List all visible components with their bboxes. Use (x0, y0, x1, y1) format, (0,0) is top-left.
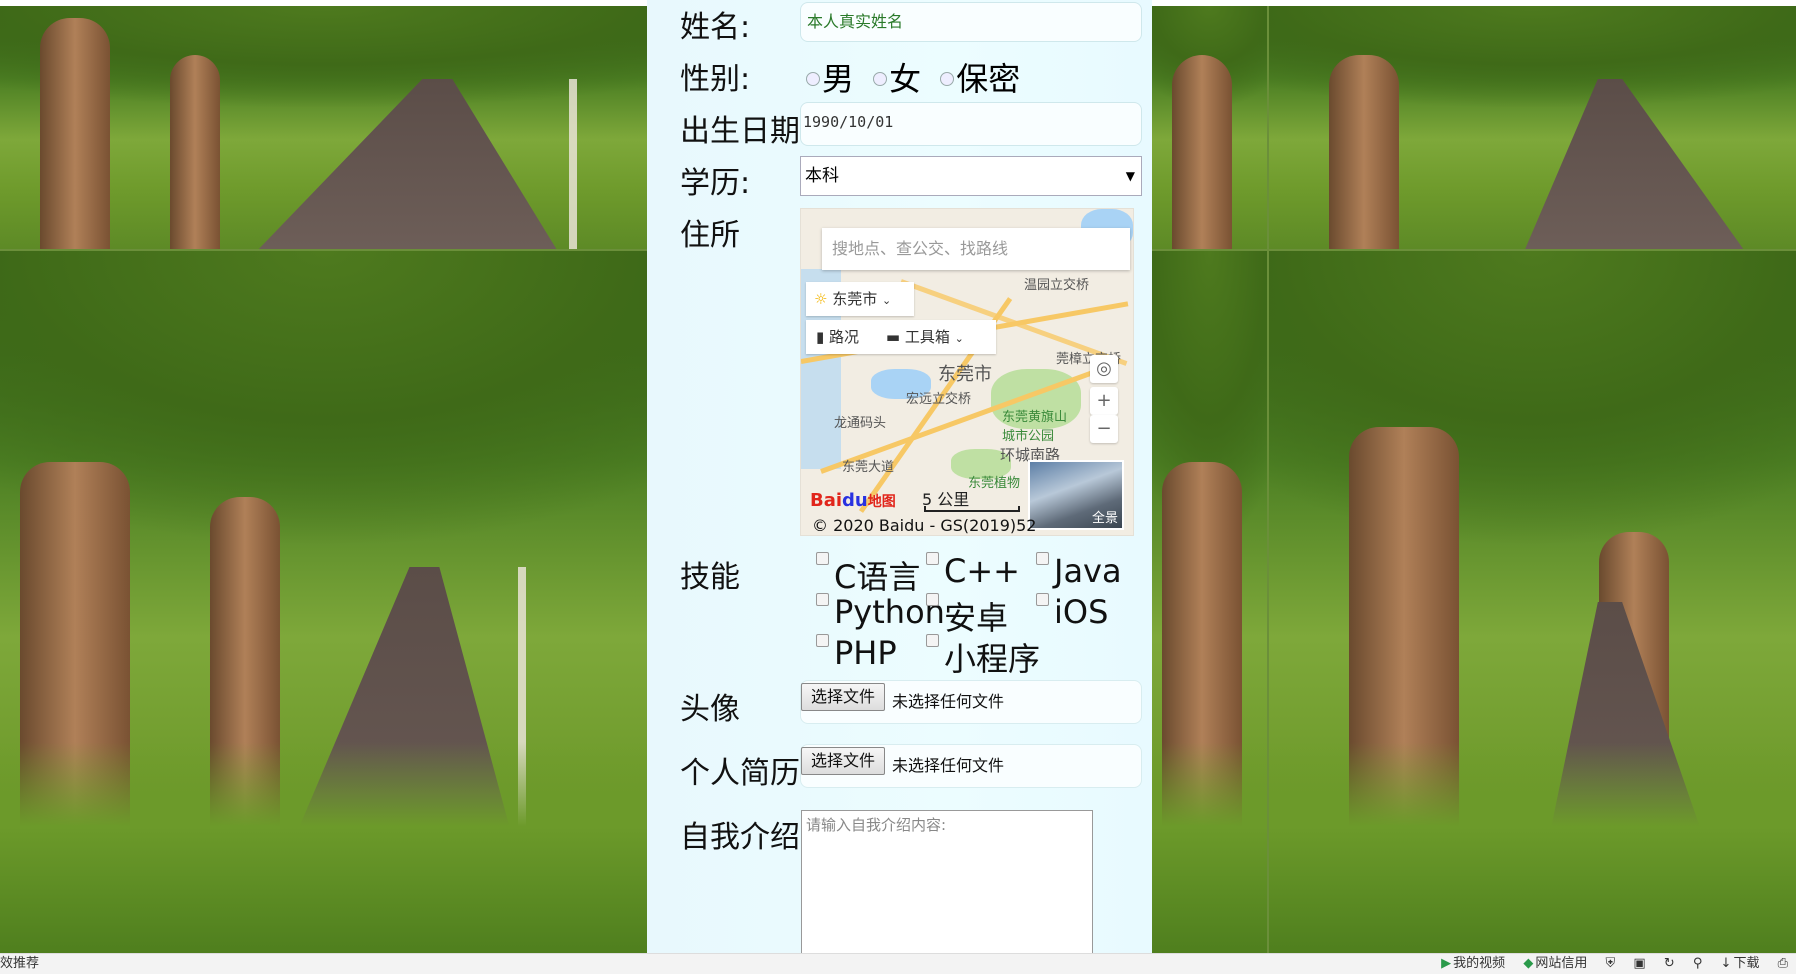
zoom-in-icon[interactable]: + (1090, 387, 1118, 415)
map-city-label: 东莞市 (832, 290, 878, 308)
gender-option-secret: 保密 (956, 60, 1021, 98)
toolbox-icon: ▬ (885, 328, 901, 346)
pin-icon[interactable]: ⚲ (1693, 956, 1703, 971)
download-icon: ↓ (1720, 956, 1732, 971)
credit-icon: ◆ (1523, 956, 1534, 971)
bg-tile (1152, 251, 1267, 953)
map-label: 龙通码头 (834, 416, 887, 431)
browser-status-bar: 效推荐 ▶ 我的视频 ◆ 网站信用 ⛨ ▣ ↻ ⚲ ↓ 下载 ⎙ (0, 953, 1796, 974)
avatar-file-status: 未选择任何文件 (892, 692, 1005, 711)
traffic-light-icon: ▮ (816, 328, 825, 346)
skill-label: 安卓 (944, 599, 1009, 637)
education-select[interactable]: 本科 ▼ (800, 156, 1142, 196)
name-input[interactable]: 本人真实姓名 (800, 2, 1142, 42)
map-label: 东莞市 (938, 364, 992, 385)
download-link[interactable]: 下载 (1733, 956, 1759, 971)
resume-label: 个人简历: (680, 756, 811, 791)
map-label: 东莞大道 (842, 460, 895, 475)
skill-checkbox[interactable] (816, 634, 829, 647)
skill-label: C++ (944, 552, 1020, 590)
map-scale-bar (924, 506, 1020, 512)
bg-tile (0, 251, 647, 953)
map-copyright: © 2020 Baidu - GS(2019)52 (812, 516, 1037, 535)
gender-radio-female[interactable] (873, 72, 888, 86)
birth-date-input[interactable]: 1990/10/01 (800, 102, 1142, 146)
map-label: 宏远立交桥 (906, 392, 972, 407)
map-toolbox-button[interactable]: 工具箱 (905, 328, 950, 346)
resume-file-status: 未选择任何文件 (892, 756, 1005, 775)
chevron-down-icon: ⌄ (882, 294, 892, 307)
bg-tile (0, 6, 647, 249)
birth-label: 出生日期 (680, 114, 800, 149)
bg-tile (1269, 6, 1796, 249)
dropdown-arrow-icon: ▼ (1125, 169, 1135, 183)
skill-checkbox[interactable] (816, 593, 829, 606)
skill-label: iOS (1054, 593, 1109, 631)
baidu-map-logo: Baidu地图 (810, 490, 896, 511)
intro-textarea[interactable]: 请输入自我介绍内容: (801, 810, 1093, 960)
resume-choose-file-button[interactable]: 选择文件 (801, 747, 885, 775)
education-selected: 本科 (805, 166, 839, 186)
gender-label: 性别: (680, 62, 751, 97)
skill-label: Java (1054, 552, 1122, 590)
map-label: 东莞植物 (968, 476, 1021, 491)
map-label: 温园立交桥 (1024, 278, 1090, 293)
skill-checkbox[interactable] (926, 552, 939, 565)
avatar-choose-file-button[interactable]: 选择文件 (801, 683, 885, 711)
skill-checkbox[interactable] (816, 552, 829, 565)
chevron-down-icon: ⌄ (954, 332, 964, 345)
map-traffic-button[interactable]: 路况 (829, 328, 859, 346)
intro-label: 自我介绍 (680, 820, 800, 855)
map-city-selector[interactable]: ☼ 东莞市 ⌄ (806, 282, 914, 316)
gender-option-female: 女 (889, 60, 922, 98)
gender-radio-male[interactable] (806, 72, 820, 86)
name-label: 姓名: (680, 10, 751, 45)
gender-group: 男 女 保密 (800, 54, 1020, 100)
zoom-out-icon[interactable]: − (1090, 415, 1118, 443)
skill-checkbox[interactable] (1036, 593, 1049, 606)
skill-checkbox[interactable] (926, 634, 939, 647)
bg-tile (1269, 251, 1796, 953)
video-icon: ▶ (1441, 956, 1452, 971)
locate-icon[interactable]: ◎ (1090, 355, 1118, 383)
my-video-link[interactable]: 我的视频 (1453, 956, 1505, 971)
map-search-input[interactable]: 搜地点、查公交、找路线 (822, 228, 1130, 270)
skill-checkbox[interactable] (1036, 552, 1049, 565)
refresh-icon[interactable]: ↻ (1664, 956, 1675, 971)
bg-tile (1152, 6, 1267, 249)
skills-label: 技能 (680, 560, 740, 595)
skill-label: C语言 (834, 558, 921, 596)
address-label: 住所 (680, 218, 740, 253)
education-label: 学历: (680, 166, 751, 201)
skill-label: PHP (834, 634, 897, 672)
skill-label: 小程序 (944, 640, 1041, 678)
map-toolbar: ▮ 路况 ▬ 工具箱 ⌄ (806, 320, 996, 354)
gender-radio-secret[interactable] (940, 72, 955, 86)
gender-option-male: 男 (822, 60, 855, 98)
panorama-thumbnail[interactable]: 全景 (1028, 460, 1124, 530)
skill-checkbox[interactable] (926, 593, 939, 606)
status-left-text: 效推荐 (0, 956, 40, 971)
panorama-label: 全景 (1091, 511, 1118, 526)
printer-icon[interactable]: ⎙ (1778, 956, 1788, 971)
sun-icon: ☼ (814, 290, 828, 308)
site-credit-link[interactable]: 网站信用 (1535, 956, 1587, 971)
image-icon[interactable]: ▣ (1633, 956, 1645, 971)
map-label: 东莞黄旗山城市公园 (1002, 410, 1068, 444)
avatar-label: 头像 (680, 692, 740, 727)
shield-icon[interactable]: ⛨ (1605, 956, 1615, 971)
